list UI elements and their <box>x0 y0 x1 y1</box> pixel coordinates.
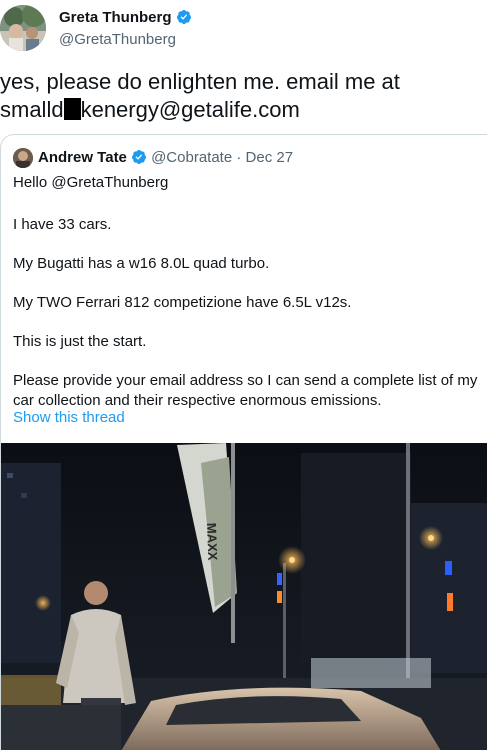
night-street-car-photo: MAXX <box>1 443 487 750</box>
author-name[interactable]: Greta Thunberg <box>59 9 192 26</box>
quoted-line-greeting: Hello @GretaThunberg <box>13 174 169 191</box>
quoted-tweet-date[interactable]: Dec 27 <box>246 149 294 166</box>
header-separator: · <box>236 149 242 166</box>
redaction-block <box>63 98 81 120</box>
email-suffix: kenergy@getalife.com <box>80 97 300 122</box>
tweet-text-line-1: yes, please do enlighten me. email me at <box>0 69 400 94</box>
quoted-tweet-body: Hello @GretaThunberg I have 33 cars. My … <box>13 173 487 430</box>
quoted-author-avatar[interactable] <box>13 148 33 168</box>
quoted-line-start: This is just the start. <box>13 333 147 350</box>
author-name-text: Greta Thunberg <box>59 9 172 26</box>
quoted-line-ferrari: My TWO Ferrari 812 competizione have 6.5… <box>13 294 352 311</box>
quoted-author-handle[interactable]: @Cobratate <box>151 149 232 166</box>
tweet-text-line-2: smalld kenergy@getalife.com <box>0 96 480 124</box>
quoted-tweet-card[interactable]: Andrew Tate @Cobratate · Dec 27 Hello @G… <box>0 134 487 750</box>
verified-badge-icon <box>176 10 191 24</box>
quoted-avatar-image <box>13 148 33 168</box>
show-thread-link[interactable]: Show this thread <box>13 409 125 426</box>
tweet-text: yes, please do enlighten me. email me at… <box>0 68 480 124</box>
quoted-author-name[interactable]: Andrew Tate <box>38 149 127 166</box>
quoted-verified-badge-icon <box>131 150 146 164</box>
quoted-line-cars: I have 33 cars. <box>13 216 112 233</box>
author-avatar-image <box>0 5 46 51</box>
quoted-tweet-photo[interactable]: MAXX <box>1 443 487 750</box>
author-handle[interactable]: @GretaThunberg <box>59 31 176 48</box>
quoted-line-bugatti: My Bugatti has a w16 8.0L quad turbo. <box>13 255 270 272</box>
email-prefix: smalld <box>0 97 64 122</box>
quoted-line-request: Please provide your email address so I c… <box>13 372 478 409</box>
quoted-tweet-header: Andrew Tate @Cobratate · Dec 27 <box>38 149 293 166</box>
author-avatar[interactable] <box>0 5 46 51</box>
flag-banner-text: MAXX <box>204 523 220 561</box>
